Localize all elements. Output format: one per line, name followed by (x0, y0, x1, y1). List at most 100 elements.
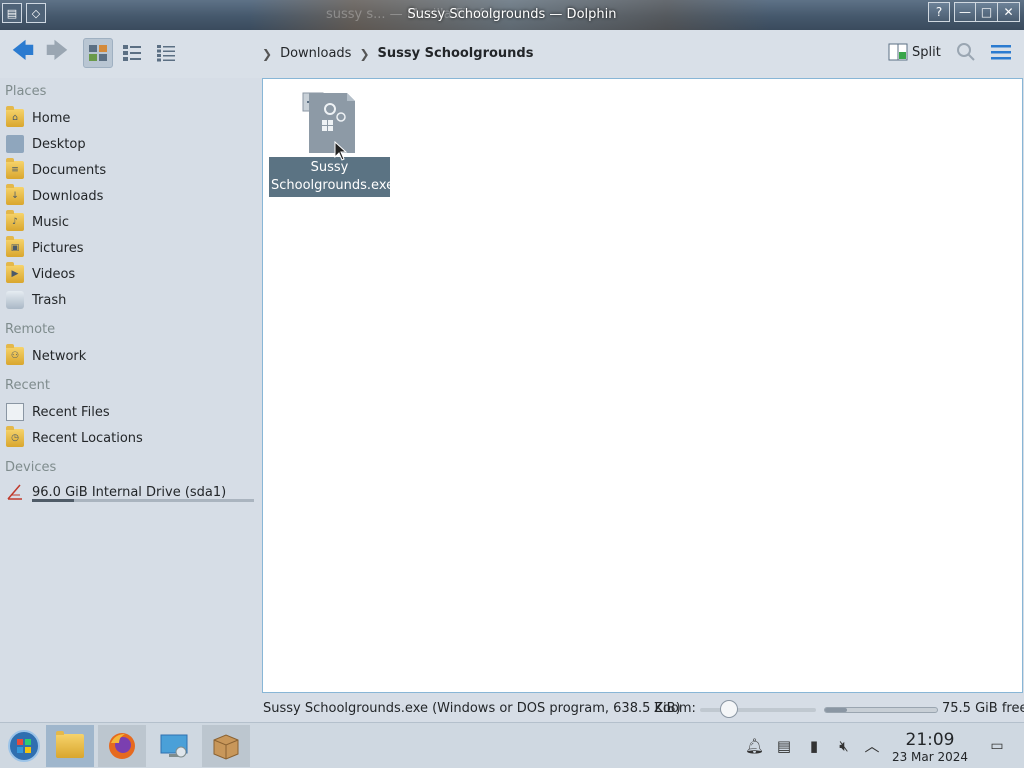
start-menu-button[interactable] (0, 725, 48, 767)
sidebar-item-label: Desktop (32, 136, 86, 152)
home-folder-icon: ⌂ (6, 106, 24, 127)
sidebar-item-trash[interactable]: Trash (6, 288, 256, 312)
executable-icon (302, 92, 355, 153)
breadcrumb-current-folder[interactable]: Sussy Schoolgrounds (378, 46, 534, 61)
chevron-right-icon: ❯ (359, 46, 370, 61)
chevron-right-icon: ❯ (262, 46, 273, 61)
compact-view-icon (123, 45, 141, 61)
places-sidebar: Places ⌂ Home Desktop ≡ Documents ↓ Down… (0, 78, 262, 720)
forward-arrow-icon: 🡆 (45, 39, 69, 64)
search-icon (957, 43, 975, 61)
help-button[interactable]: ? (928, 2, 950, 22)
details-view-icon (157, 45, 175, 62)
minimize-button[interactable]: — (954, 2, 976, 22)
sidebar-item-recent-files[interactable]: Recent Files (6, 400, 256, 424)
window-title: Sussy Schoolgrounds — Dolphin (407, 7, 617, 22)
drive-icon (7, 484, 22, 500)
sidebar-item-home[interactable]: ⌂ Home (6, 106, 256, 130)
sidebar-item-label: Network (32, 348, 87, 364)
notifications-icon[interactable]: 🔔︎ (745, 737, 764, 755)
show-desktop-icon[interactable]: ▭ (988, 737, 1006, 755)
maximize-button[interactable]: □ (976, 2, 998, 22)
documents-folder-icon: ≡ (6, 158, 24, 179)
file-name-line: Schoolgrounds.exe (271, 178, 395, 193)
system-settings-icon (160, 734, 188, 758)
hamburger-menu-button[interactable] (990, 42, 1012, 66)
section-devices: Devices (5, 460, 57, 475)
zoom-slider[interactable] (700, 708, 816, 712)
mouse-cursor-icon (334, 141, 348, 161)
sidebar-item-recent-locations[interactable]: ◷ Recent Locations (6, 426, 256, 450)
breadcrumb: ❯ Downloads ❯ Sussy Schoolgrounds (262, 46, 533, 61)
icons-view-button[interactable] (83, 38, 113, 68)
clipboard-icon[interactable]: ▤ (775, 737, 793, 755)
details-view-button[interactable] (151, 38, 181, 68)
music-folder-icon: ♪ (6, 210, 24, 231)
zoom-slider-handle[interactable] (720, 700, 738, 718)
recent-locations-icon: ◷ (6, 426, 24, 447)
free-space-label: 75.5 GiB free (942, 701, 1024, 716)
sidebar-item-label: Home (32, 110, 71, 126)
firefox-icon (109, 733, 135, 759)
drive-usage-fill (32, 499, 75, 502)
clock-time[interactable]: 21:09 (890, 730, 970, 750)
battery-icon[interactable]: ▮ (805, 737, 823, 755)
sidebar-item-label: Videos (32, 266, 76, 282)
status-bar: Sussy Schoolgrounds.exe (Windows or DOS … (262, 696, 1024, 722)
section-places: Places (5, 84, 47, 99)
dolphin-icon (56, 731, 84, 758)
toolbar: 🡄 🡆 ❯ Downloads ❯ Sussy Schoolgrounds Sp… (0, 30, 1024, 78)
file-view[interactable]: Sussy Schoolgrounds.exe (262, 78, 1023, 693)
status-file-info: Sussy Schoolgrounds.exe (Windows or DOS … (263, 701, 681, 716)
package-icon (213, 734, 239, 760)
sidebar-item-videos[interactable]: ▶ Videos (6, 262, 256, 286)
clock-date[interactable]: 23 Mar 2024 (890, 750, 970, 764)
drive-usage-bar (32, 499, 254, 502)
taskbar-package-manager[interactable] (202, 725, 250, 767)
videos-folder-icon: ▶ (6, 262, 24, 283)
free-space-bar (824, 707, 938, 713)
sidebar-item-label: Recent Locations (32, 430, 143, 446)
split-label: Split (912, 44, 941, 60)
close-button[interactable]: ✕ (998, 2, 1020, 22)
split-button[interactable]: Split (888, 42, 941, 62)
show-hidden-icon[interactable]: ︿ (863, 737, 881, 755)
network-folder-icon: ⚇ (6, 344, 24, 365)
back-arrow-icon: 🡄 (11, 39, 35, 64)
sidebar-item-label: 96.0 GiB Internal Drive (sda1) (32, 484, 227, 500)
file-item[interactable]: Sussy Schoolgrounds.exe (269, 87, 395, 197)
sidebar-item-documents[interactable]: ≡ Documents (6, 158, 256, 182)
file-name-line: Sussy (310, 160, 349, 175)
sidebar-item-downloads[interactable]: ↓ Downloads (6, 184, 256, 208)
window-titlebar[interactable]: ▤ ◇ sussy s... — Mozilla Firefox Sussy S… (0, 0, 1024, 30)
sidebar-item-label: Documents (32, 162, 107, 178)
sidebar-item-desktop[interactable]: Desktop (6, 132, 256, 156)
sidebar-item-network[interactable]: ⚇ Network (6, 344, 256, 368)
volume-muted-icon[interactable]: 🔇︎ (835, 737, 853, 755)
breadcrumb-downloads[interactable]: Downloads (280, 46, 351, 61)
downloads-folder-icon: ↓ (6, 184, 24, 205)
free-space-fill (825, 708, 848, 712)
split-view-icon (888, 43, 908, 61)
icons-view-icon (89, 45, 107, 61)
compact-view-button[interactable] (117, 38, 147, 68)
taskbar-dolphin[interactable] (46, 725, 94, 767)
zoom-label: Zoom: (654, 701, 696, 716)
back-button[interactable]: 🡄 (8, 38, 38, 68)
recent-files-icon (6, 403, 24, 421)
forward-button[interactable]: 🡆 (42, 38, 72, 68)
trash-icon (6, 291, 24, 309)
taskbar-firefox[interactable] (98, 725, 146, 767)
file-name-label: Sussy Schoolgrounds.exe (269, 157, 395, 197)
sidebar-item-music[interactable]: ♪ Music (6, 210, 256, 234)
section-remote: Remote (5, 322, 56, 337)
pictures-folder-icon: ▣ (6, 236, 24, 257)
search-button[interactable] (956, 42, 976, 66)
start-menu-icon (8, 730, 40, 762)
sidebar-item-label: Trash (32, 292, 67, 308)
hamburger-menu-icon (991, 45, 1011, 60)
sidebar-item-label: Downloads (32, 188, 104, 204)
taskbar-system-settings[interactable] (150, 725, 198, 767)
sidebar-item-label: Music (32, 214, 69, 230)
sidebar-item-pictures[interactable]: ▣ Pictures (6, 236, 256, 260)
